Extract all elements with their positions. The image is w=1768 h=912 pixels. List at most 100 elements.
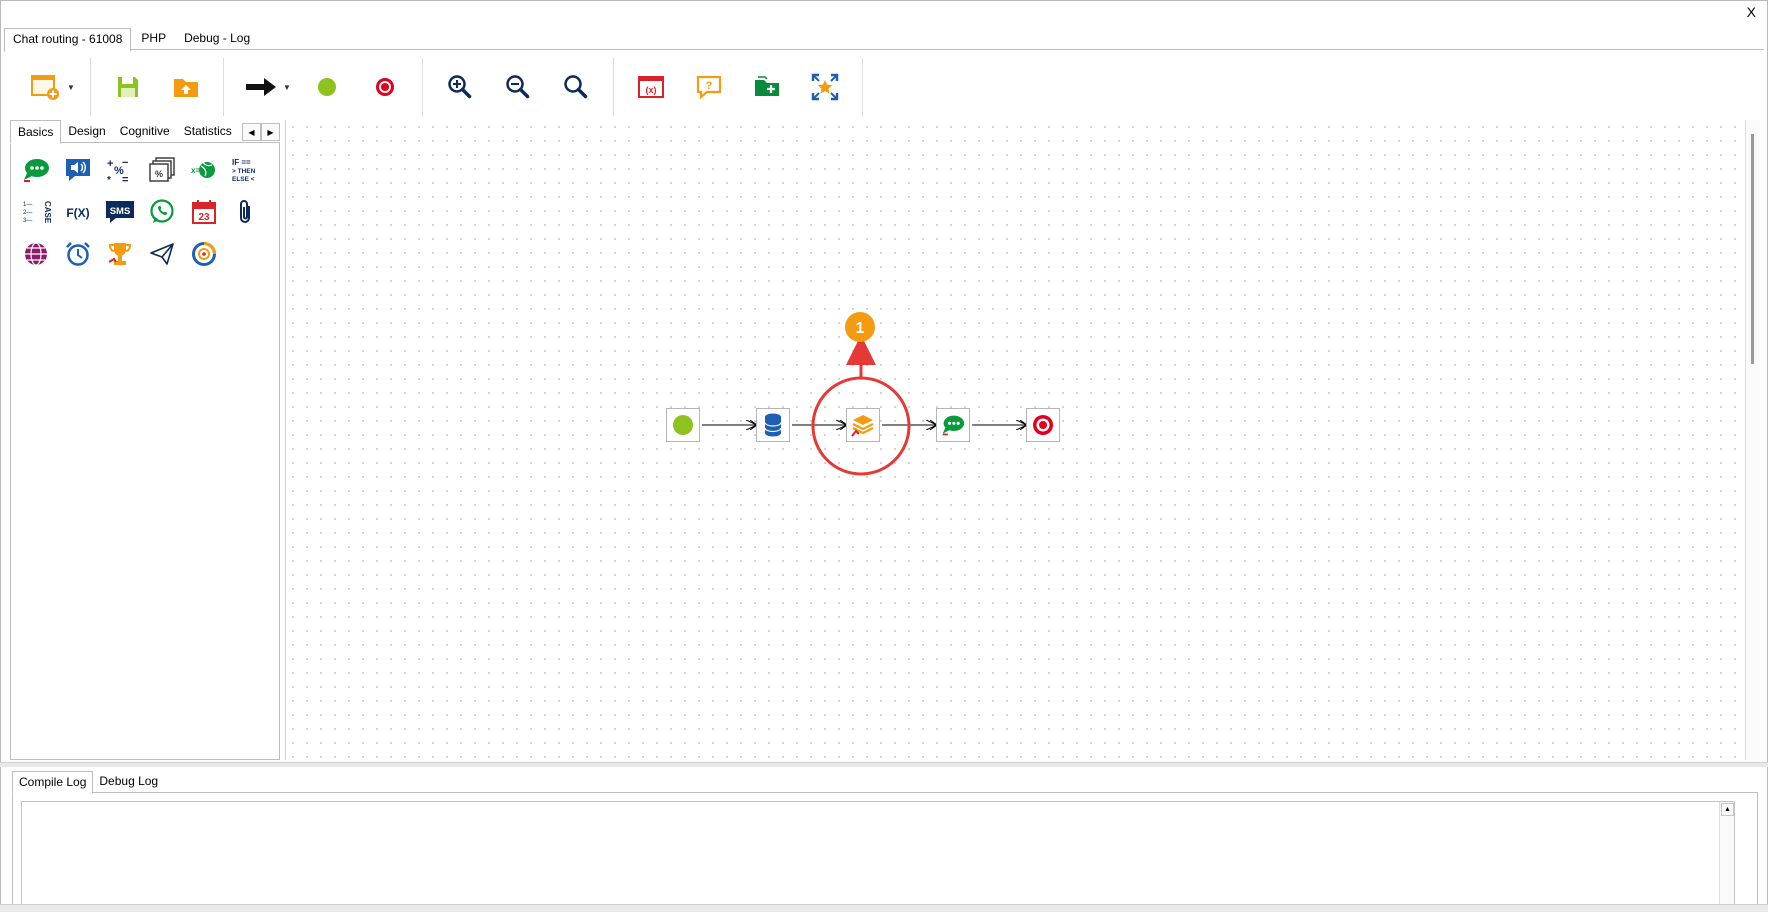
callout-number: 1 <box>856 320 865 337</box>
palette-item-percent-windows[interactable]: % <box>141 149 183 191</box>
start-node-icon <box>673 415 693 435</box>
paper-plane-icon <box>150 243 174 265</box>
palette-item-sms[interactable]: SMS <box>99 191 141 233</box>
add-folder-button[interactable] <box>746 66 788 108</box>
start-node-button[interactable] <box>306 66 348 108</box>
function-icon: F(X) <box>66 206 89 220</box>
svg-text:ELSE <: ELSE < <box>232 176 255 183</box>
palette-item-case[interactable]: 1— 2— 3— CASE <box>15 191 57 233</box>
tab-statistics[interactable]: Statistics <box>177 120 239 142</box>
palette-item-attachment[interactable] <box>225 191 267 233</box>
new-flow-dropdown[interactable]: ▼ <box>66 66 76 108</box>
tab-scroll-controls: ◀ ▶ <box>242 123 280 141</box>
palette-item-send[interactable] <box>141 233 183 275</box>
tab-debug-log-bottom[interactable]: Debug Log <box>93 771 164 792</box>
palette-panel: Basics Design Cognitive Statistics ◀ ▶ +… <box>10 120 280 760</box>
svg-text:> THEN: > THEN <box>232 168 256 175</box>
tab-scroll-right-button[interactable]: ▶ <box>261 123 280 141</box>
panel-splitter[interactable] <box>0 762 1768 767</box>
palette-tabs: Basics Design Cognitive Statistics ◀ ▶ <box>10 120 280 144</box>
flow-node-end[interactable] <box>1026 408 1060 442</box>
connector-dropdown[interactable]: ▼ <box>282 66 292 108</box>
calendar-icon: 23 <box>192 200 216 224</box>
palette-item-target[interactable] <box>183 233 225 275</box>
variables-button[interactable]: (x) <box>630 66 672 108</box>
case-list-icon: 1— 2— 3— CASE <box>23 201 51 224</box>
help-button[interactable]: ? <box>688 66 730 108</box>
palette-item-announcement[interactable] <box>57 149 99 191</box>
canvas-scroll-thumb[interactable] <box>1751 134 1754 364</box>
tab-chat-routing[interactable]: Chat routing - 61008 <box>4 28 132 52</box>
flow-node-database[interactable] <box>756 408 790 442</box>
new-flow-button[interactable] <box>24 66 66 108</box>
palette-item-math[interactable]: + − % * = <box>99 149 141 191</box>
svg-text:=: = <box>122 174 128 184</box>
database-icon <box>764 413 782 437</box>
connector-button[interactable] <box>240 66 282 108</box>
zoom-out-icon <box>506 75 530 99</box>
tab-php[interactable]: PHP <box>133 28 174 49</box>
fit-view-icon <box>811 73 839 101</box>
chat-message-icon <box>942 415 965 436</box>
save-button[interactable] <box>107 66 149 108</box>
document-tabs: Chat routing - 61008 PHP Debug - Log <box>4 28 260 52</box>
palette-item-if-then-else[interactable]: IF == > THEN ELSE < <box>225 149 267 191</box>
alarm-clock-icon <box>66 242 90 266</box>
arrow-connector-icon <box>246 78 276 96</box>
palette-item-alarm[interactable] <box>57 233 99 275</box>
fit-view-button[interactable] <box>804 66 846 108</box>
target-ring-icon <box>192 242 216 266</box>
end-node-icon <box>376 78 394 96</box>
svg-text:*: * <box>107 175 111 184</box>
palette-item-chat[interactable] <box>15 149 57 191</box>
flow-node-layers[interactable] <box>846 408 880 442</box>
close-button[interactable]: X <box>1747 4 1756 20</box>
tab-scroll-left-button[interactable]: ◀ <box>242 123 261 141</box>
tab-debug-log[interactable]: Debug - Log <box>176 28 258 49</box>
flow-node-start[interactable] <box>666 408 700 442</box>
svg-text:IF ==: IF == <box>232 158 251 167</box>
speaker-announcement-icon <box>66 159 90 181</box>
flow-connectors: 1 <box>702 312 1746 476</box>
canvas-vertical-scrollbar[interactable] <box>1745 120 1760 760</box>
toolbar-group-nodes: ▼ <box>224 58 423 116</box>
zoom-in-button[interactable] <box>439 66 481 108</box>
palette-item-function[interactable]: F(X) <box>57 191 99 233</box>
log-scroll-up-button[interactable]: ▲ <box>1721 803 1734 816</box>
tab-compile-log[interactable]: Compile Log <box>12 771 94 794</box>
log-tabs: Compile Log Debug Log <box>12 771 164 794</box>
save-icon <box>118 77 138 97</box>
palette-grid: + − % * = % x= IF == > THEN ELSE < 1— 2—… <box>11 143 279 281</box>
svg-text:+: + <box>107 158 113 170</box>
palette-item-trophy[interactable] <box>99 233 141 275</box>
toolbar-group-file: ▼ <box>8 58 91 116</box>
zoom-out-button[interactable] <box>497 66 539 108</box>
end-node-icon <box>1033 415 1053 435</box>
palette-item-calendar[interactable]: 23 <box>183 191 225 233</box>
tab-basics[interactable]: Basics <box>10 120 62 144</box>
flow-node-chat[interactable] <box>936 408 970 442</box>
tab-design[interactable]: Design <box>61 120 112 142</box>
zoom-reset-icon <box>564 75 588 99</box>
palette-item-web-service[interactable]: x= <box>183 149 225 191</box>
palette-item-whatsapp[interactable] <box>141 191 183 233</box>
zoom-in-icon <box>448 75 472 99</box>
svg-text:F(X): F(X) <box>66 206 89 220</box>
palette-item-globe[interactable] <box>15 233 57 275</box>
percent-windows-icon: % <box>149 157 175 182</box>
zoom-reset-button[interactable] <box>555 66 597 108</box>
svg-text:3—: 3— <box>23 218 32 224</box>
open-button[interactable] <box>165 66 207 108</box>
palette-grid-container: + − % * = % x= IF == > THEN ELSE < 1— 2—… <box>10 142 280 760</box>
compile-log-textarea[interactable]: ▲ <box>21 801 1735 907</box>
tab-cognitive[interactable]: Cognitive <box>113 120 177 142</box>
flow-canvas[interactable]: 1 <box>285 120 1746 760</box>
if-then-else-icon: IF == > THEN ELSE < <box>232 158 256 183</box>
end-node-button[interactable] <box>364 66 406 108</box>
log-panel: ▲ <box>12 792 1758 907</box>
paperclip-icon <box>240 200 250 223</box>
log-vertical-scrollbar[interactable]: ▲ <box>1719 802 1734 906</box>
svg-text:23: 23 <box>198 212 210 223</box>
open-folder-icon <box>174 79 198 97</box>
svg-text:x=: x= <box>191 166 200 175</box>
